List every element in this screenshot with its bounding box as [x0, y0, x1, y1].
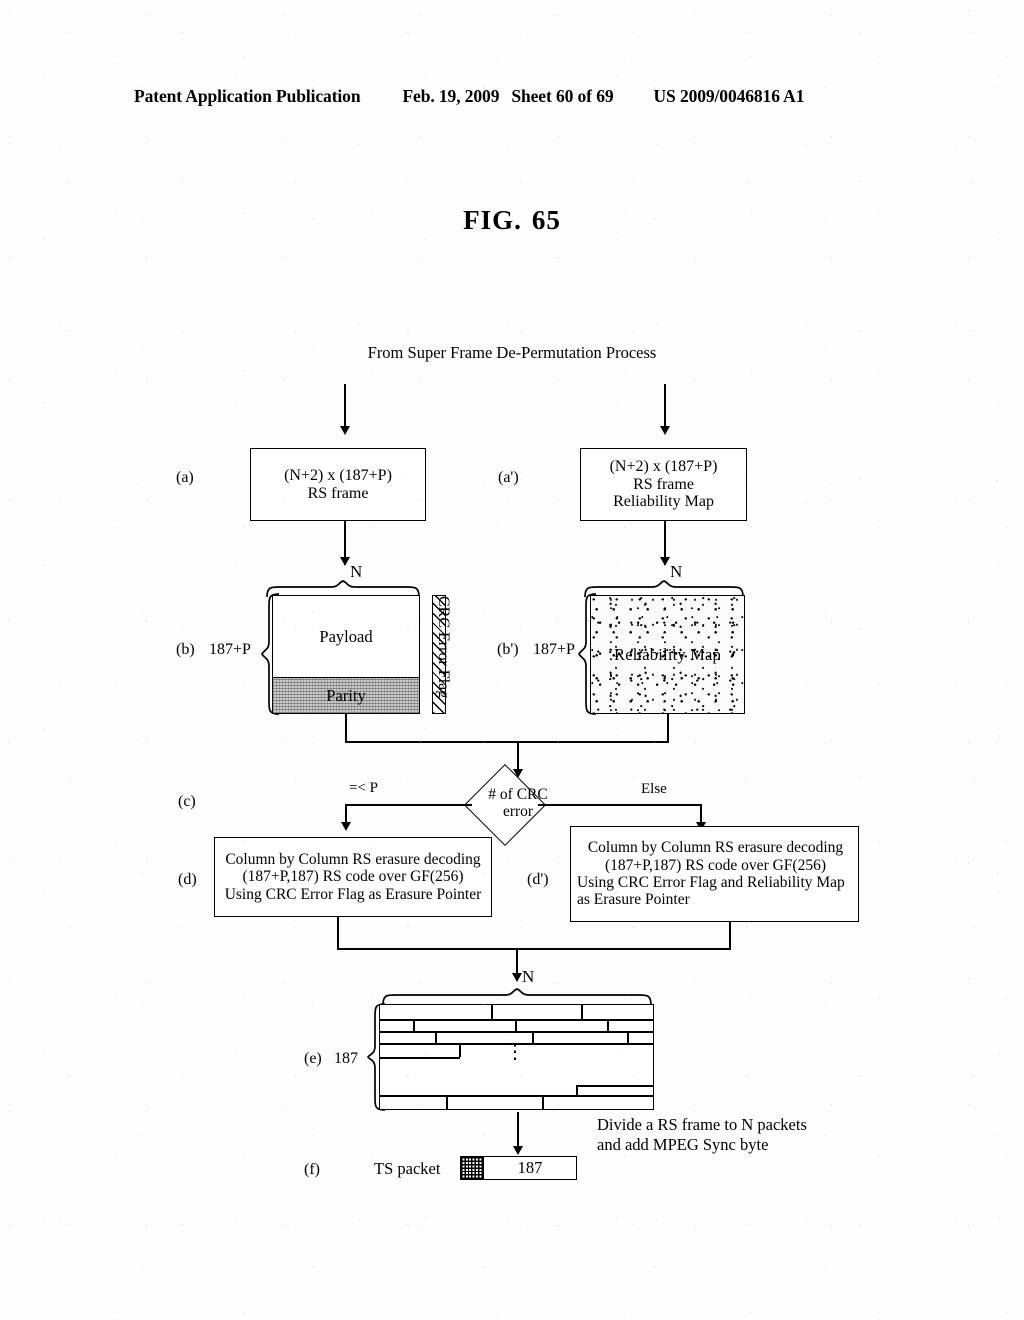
- source-process-label: From Super Frame De-Permutation Process: [367, 343, 657, 362]
- connector-bprime-down: [667, 714, 669, 742]
- payload-region: Payload: [272, 595, 420, 678]
- connector-merge-down: [517, 741, 519, 772]
- decision-line2: error: [502, 803, 534, 821]
- branch-right-line: [538, 804, 702, 806]
- step-label-d-prime: (d'): [527, 871, 549, 888]
- box-d-line1: Column by Column RS erasure decoding: [225, 850, 481, 868]
- arrow-line-to-a: [344, 384, 346, 430]
- branch-right-label: Else: [641, 781, 667, 797]
- parity-region: Parity: [272, 677, 420, 714]
- arrow-head-to-a-prime: [659, 426, 670, 435]
- grid-ellipsis: ⋮: [505, 1041, 525, 1063]
- arrow-line-aprime-to-bprime: [664, 521, 666, 561]
- reliability-map-label: Reliability Map: [613, 644, 722, 664]
- arrow-head-aprime-to-bprime: [659, 557, 670, 566]
- box-rsfrm-rel-line1: (N+2) x (187+P): [609, 457, 718, 475]
- ts-packet-label: TS packet: [374, 1159, 441, 1178]
- step-label-a-prime: (a'): [498, 469, 519, 486]
- box-rs-frame-reliability-map: (N+2) x (187+P) RS frame Reliability Map: [580, 448, 747, 521]
- step-label-d: (d): [178, 871, 197, 888]
- col-label-bprime-n: N: [670, 562, 683, 581]
- arrow-head-to-a: [339, 426, 350, 435]
- box-d-line2: (187+P,187) RS code over GF(256): [242, 868, 464, 886]
- patent-page: Patent Application Publication Feb. 19, …: [0, 0, 1024, 1320]
- connector-merge-bar: [345, 741, 669, 743]
- arrow-line-a-to-b: [344, 521, 346, 561]
- arrow-line-e-to-f: [517, 1112, 519, 1150]
- figure-number: 65: [531, 205, 561, 235]
- step-label-b: (b): [176, 641, 195, 658]
- box-d-line3: Using CRC Error Flag as Erasure Pointer: [224, 885, 482, 903]
- branch-left-line: [345, 804, 472, 806]
- ts-packet-payload-size: 187: [517, 1158, 543, 1177]
- parity-label: Parity: [326, 685, 366, 705]
- box-dprime-line1: Column by Column RS erasure decoding: [587, 839, 844, 857]
- arrow-line-to-a-prime: [664, 384, 666, 430]
- scan-noise-overlay: [0, 0, 1024, 1320]
- box-dprime-line2: (187+P,187) RS code over GF(256): [605, 856, 826, 874]
- row-label-b-prime: 187+P: [533, 641, 575, 658]
- box-rsfrm-rel-line2: RS frame: [633, 475, 694, 493]
- box-rs-erasure-decoding-relmap: Column by Column RS erasure decoding (18…: [570, 826, 859, 922]
- connector-dprime-down: [729, 922, 731, 949]
- divide-note-line2: and add MPEG Sync byte: [597, 1135, 769, 1155]
- box-rs-erasure-decoding: Column by Column RS erasure decoding (18…: [214, 837, 492, 917]
- connector-b-down: [345, 714, 347, 742]
- mpeg-sync-byte-block: [460, 1156, 484, 1180]
- connector-d-merge-down: [516, 948, 518, 976]
- box-rs-frame-line2: RS frame: [307, 484, 369, 502]
- box-dprime-line3: Using CRC Error Flag and Reliability Map: [577, 874, 845, 891]
- arrow-head-e-to-f: [512, 1146, 523, 1155]
- box-rs-frame: (N+2) x (187+P) RS frame: [250, 448, 426, 521]
- connector-d-merge-bar: [337, 948, 731, 950]
- arrow-head-to-e: [511, 973, 522, 982]
- decision-line1: # of CRC: [488, 786, 548, 803]
- header-date: Feb. 19, 2009: [402, 86, 500, 106]
- header-publication: Patent Application Publication: [134, 86, 361, 106]
- col-label-e-n: N: [522, 967, 535, 986]
- divide-note: Divide a RS frame to N packets and add M…: [597, 1115, 807, 1155]
- payload-label: Payload: [319, 626, 373, 646]
- crc-error-flag-label: CRC Error Flag: [435, 596, 452, 699]
- col-label-b-n: N: [350, 562, 363, 581]
- divide-note-line1: Divide a RS frame to N packets: [597, 1115, 807, 1134]
- figure-title: FIG. 65: [0, 205, 1024, 236]
- header-sheet: Sheet 60 of 69: [511, 86, 614, 106]
- branch-left-label: =< P: [349, 780, 379, 796]
- figure-label: FIG.: [463, 205, 522, 235]
- ts-packet-payload-block: 187: [483, 1156, 577, 1180]
- step-label-c: (c): [178, 793, 196, 810]
- row-label-e: 187: [334, 1050, 358, 1067]
- row-label-b: 187+P: [209, 641, 251, 658]
- step-label-f: (f): [304, 1161, 320, 1178]
- branch-left-arrow: [340, 822, 351, 831]
- step-label-b-prime: (b'): [497, 641, 519, 658]
- connector-d-down: [337, 917, 339, 949]
- step-label-e: (e): [304, 1050, 322, 1067]
- header-patent-number: US 2009/0046816 A1: [653, 86, 805, 106]
- page-header: Patent Application Publication Feb. 19, …: [134, 86, 890, 107]
- arrow-head-a-to-b: [339, 557, 350, 566]
- box-dprime-line4: as Erasure Pointer: [577, 891, 690, 909]
- step-label-a: (a): [176, 469, 194, 486]
- box-rs-frame-line1: (N+2) x (187+P): [284, 466, 392, 484]
- reliability-map-region: Reliability Map: [590, 595, 745, 714]
- box-rsfrm-rel-line3: Reliability Map: [613, 493, 714, 511]
